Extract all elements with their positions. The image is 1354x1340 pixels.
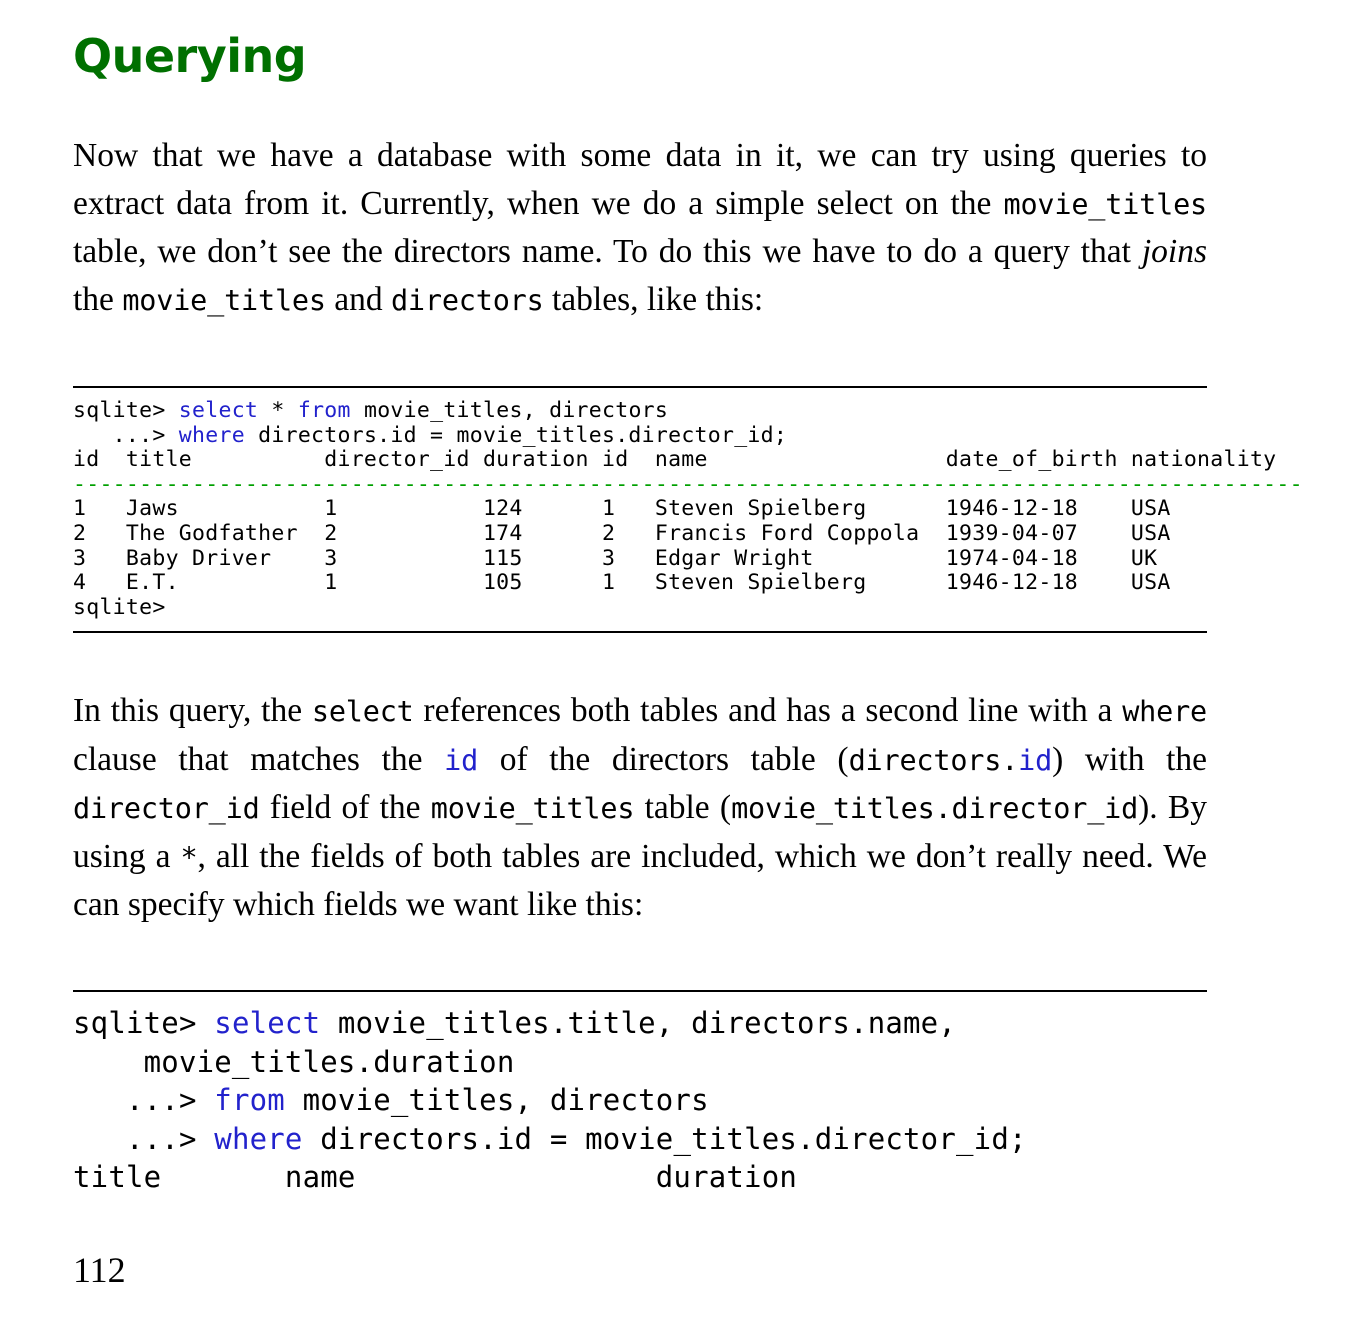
paragraph-explanation: In this query, the select references bot…	[73, 687, 1207, 929]
cb2-keyword-where: where	[214, 1121, 303, 1156]
cb1-result-row-4: 4 E.T. 1 105 1 Steven Spielberg 1946-12-…	[73, 570, 1171, 596]
p2-text-3: clause that matches the	[73, 740, 445, 778]
page-title: Querying	[73, 29, 307, 83]
code-block-1-top-rule	[73, 386, 1207, 388]
p1-code-movie-titles-1: movie_titles	[1003, 187, 1207, 221]
p2-code-director-id: director_id	[73, 792, 260, 825]
cb2-line2: movie_titles.duration	[73, 1044, 515, 1079]
code-block-2-top-rule	[73, 990, 1207, 992]
cb1-keyword-select: select	[178, 398, 259, 423]
p2-text-5: ) with the	[1052, 740, 1208, 778]
cb1-keyword-where: where	[178, 422, 245, 448]
code-block-1: sqlite> select * from movie_titles, dire…	[73, 398, 1303, 620]
code-block-2: sqlite> select movie_titles.title, direc…	[73, 1004, 1027, 1197]
p2-text-1: In this query, the	[73, 692, 312, 729]
p2-code-movie-titles: movie_titles	[430, 792, 635, 825]
paragraph-intro: Now that we have a database with some da…	[73, 132, 1207, 324]
p2-code-asterisk: *	[180, 840, 198, 874]
cb2-keyword-from: from	[214, 1083, 285, 1118]
p1-text-3: the	[73, 280, 123, 318]
p2-text-6: field of the	[259, 789, 431, 826]
page-number: 112	[73, 1250, 126, 1290]
code-block-1-bottom-rule	[73, 631, 1207, 633]
p2-text-2: references both tables and has a second …	[413, 692, 1123, 729]
cb1-result-row-1: 1 Jaws 1 124 1 Steven Spielberg 1946-12-…	[73, 496, 1171, 522]
cb1-line1-mid: *	[258, 398, 298, 423]
cb1-result-separator: ----------------------------------------…	[73, 471, 1303, 497]
p1-text-4: and	[325, 280, 391, 318]
document-page: Querying Now that we have a database wit…	[0, 0, 1354, 1340]
p1-text-2: table, we don’t see the directors name. …	[73, 233, 1142, 270]
cb2-prompt-2: ...>	[73, 1083, 215, 1118]
p2-text-4: of the directors table (	[478, 740, 849, 778]
cb2-line4-tail: directors.id = movie_titles.director_id;	[302, 1121, 1027, 1156]
cb2-line1-tail: movie_titles.title, directors.name,	[320, 1006, 956, 1040]
cb1-prompt-2: ...>	[73, 422, 179, 448]
cb2-line3-tail: movie_titles, directors	[284, 1083, 709, 1118]
p1-code-directors: directors	[390, 283, 544, 317]
p1-emphasis-joins: joins	[1141, 233, 1207, 270]
cb1-line1-tail: movie_titles, directors	[350, 398, 669, 423]
cb1-line2-tail: directors.id = movie_titles.director_id;	[244, 422, 788, 448]
p2-code-where: where	[1122, 695, 1207, 728]
p2-code-movie-titles-director-id: movie_titles.director_id	[731, 792, 1139, 825]
p2-code-id: id	[444, 743, 479, 777]
cb1-keyword-from: from	[297, 398, 351, 423]
cb2-prompt-3: ...>	[73, 1121, 215, 1156]
p2-code-directors-id: id	[1018, 743, 1053, 777]
p2-text-7: table (	[634, 789, 732, 826]
cb1-trailing-prompt: sqlite>	[73, 594, 166, 620]
cb2-prompt-1: sqlite>	[73, 1006, 215, 1040]
cb1-prompt-1: sqlite>	[73, 398, 179, 423]
cb1-result-row-2: 2 The Godfather 2 174 2 Francis Ford Cop…	[73, 520, 1171, 546]
p2-text-9: , all the fields of both tables are incl…	[73, 837, 1207, 924]
p1-text-5: tables, like this:	[543, 280, 764, 318]
p2-code-directors-prefix: directors.	[848, 743, 1019, 777]
cb1-result-row-3: 3 Baby Driver 3 115 3 Edgar Wright 1974-…	[73, 545, 1158, 571]
cb1-result-header: id title director_id duration id name da…	[73, 447, 1277, 473]
p1-code-movie-titles-2: movie_titles	[122, 283, 326, 317]
cb2-result-header: title name duration	[73, 1160, 798, 1195]
cb2-keyword-select: select	[214, 1006, 321, 1040]
p2-code-select: select	[311, 695, 414, 728]
